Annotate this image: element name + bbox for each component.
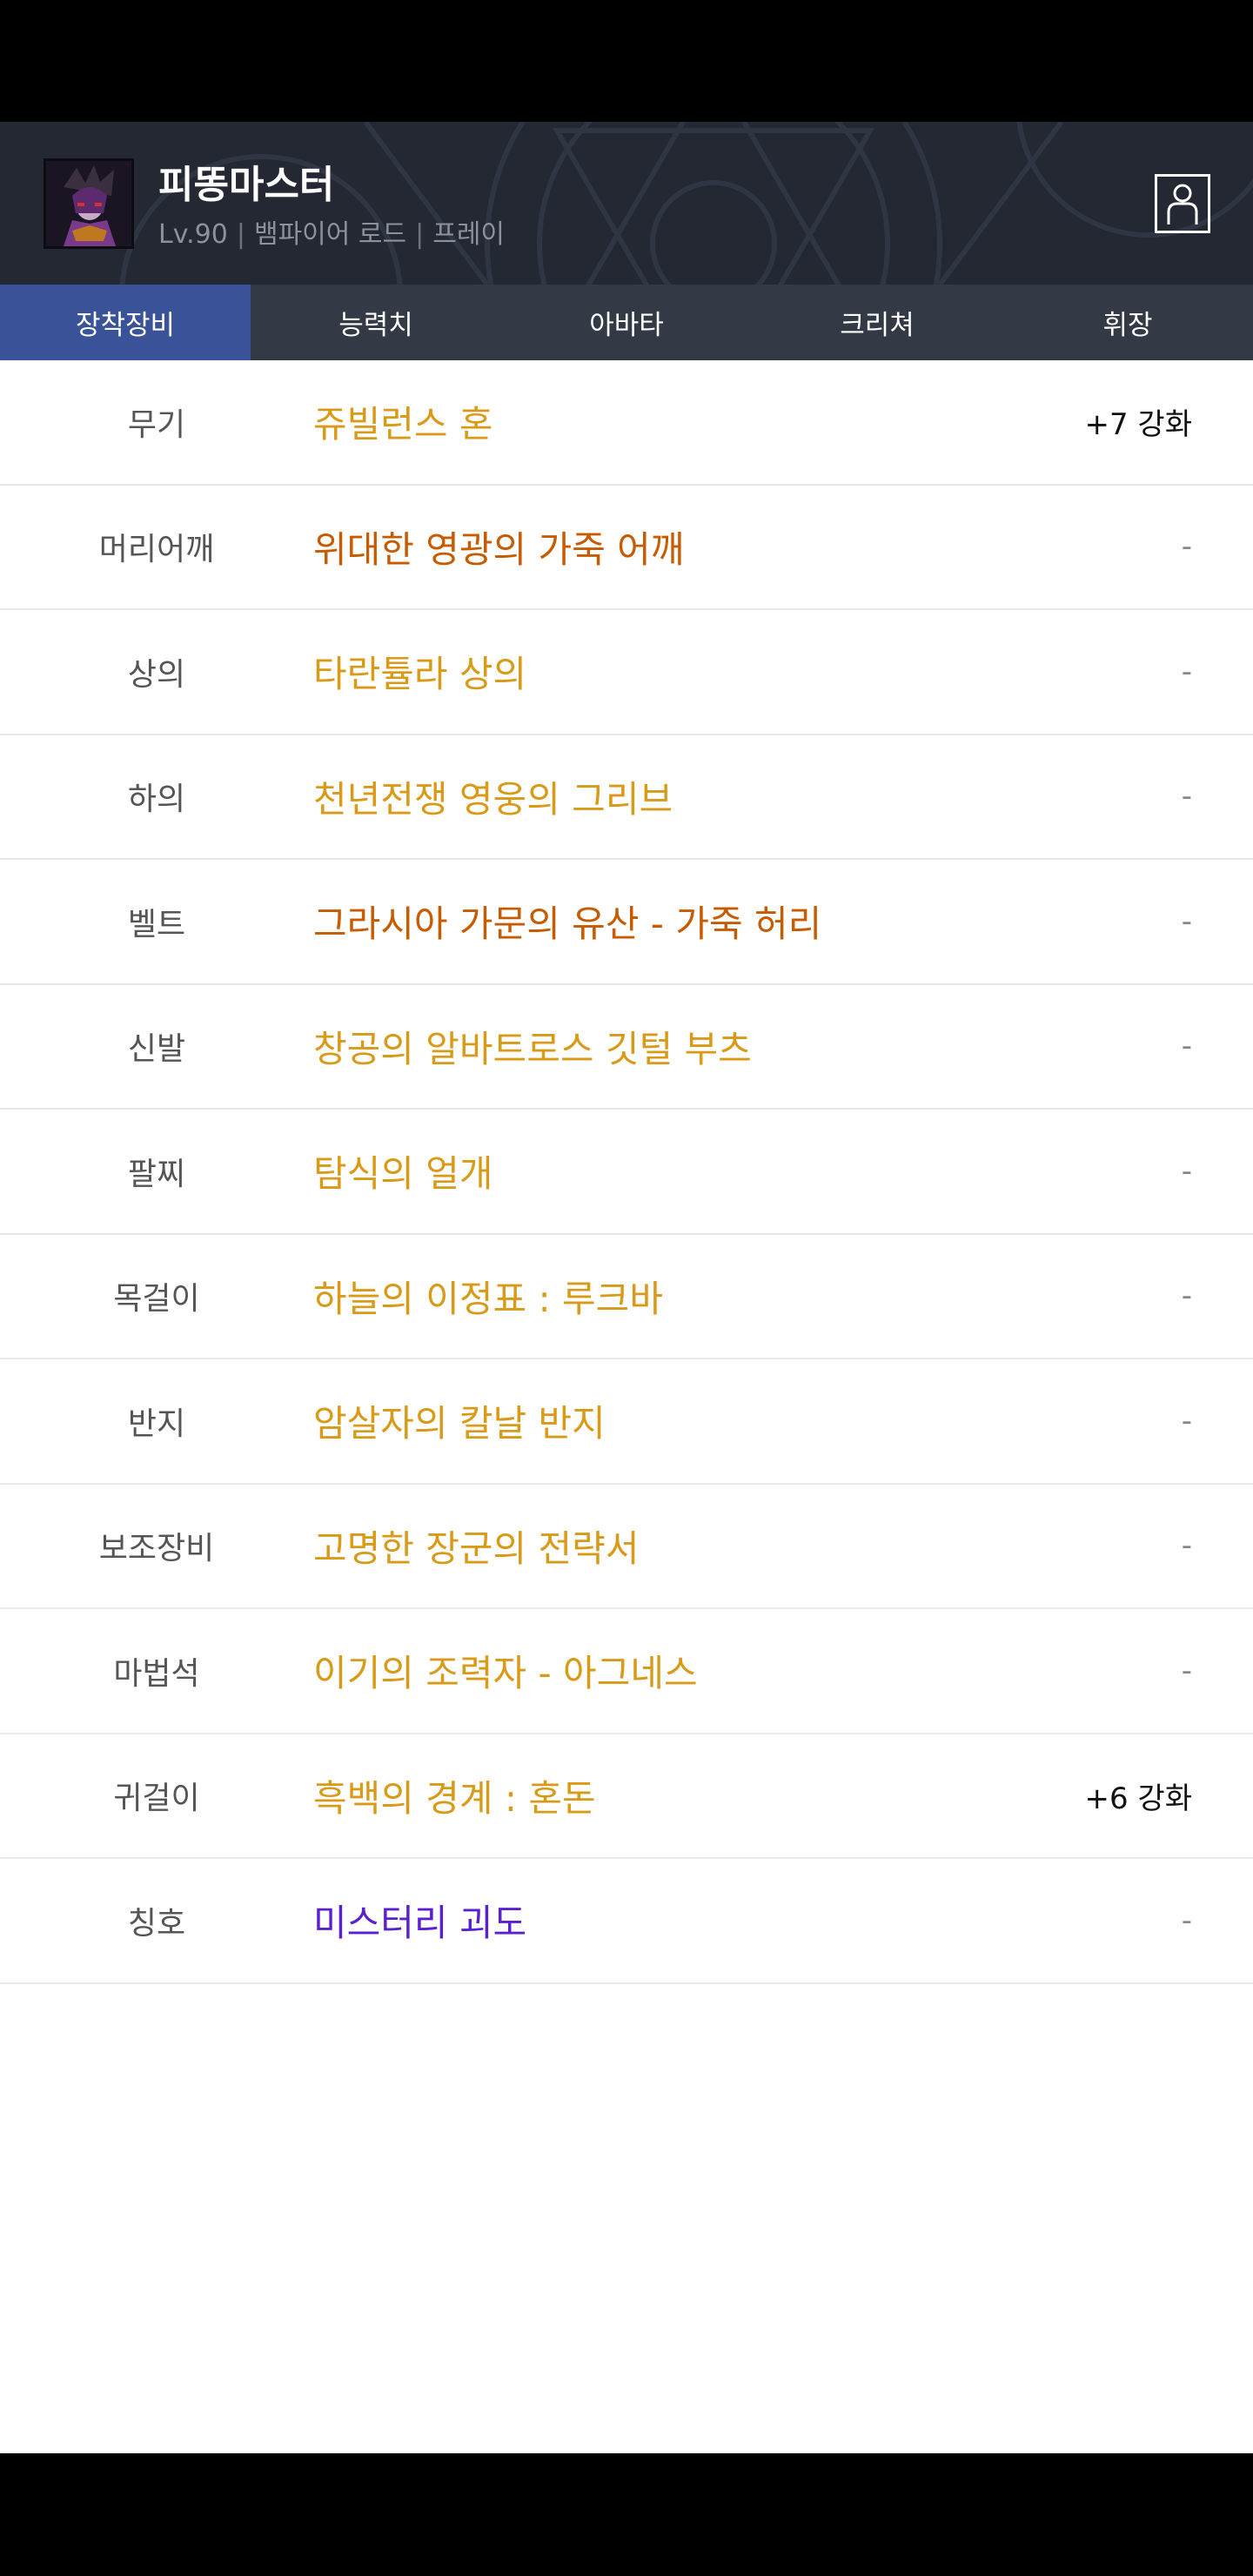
item-name: 탐식의 얼개: [313, 1152, 493, 1196]
enhance-level: -: [1181, 779, 1192, 815]
item-name: 고명한 장군의 전략서: [313, 1526, 640, 1570]
person-icon: [1167, 184, 1198, 225]
tab-bar: 장착장비 능력치 아바타 크리쳐 휘장: [0, 285, 1253, 360]
item-name: 미스터리 괴도: [313, 1902, 527, 1945]
slot-label: 상의: [127, 656, 186, 693]
info-divider: |: [236, 219, 245, 250]
equipment-row[interactable]: 팔찌 탐식의 얼개 -: [0, 1110, 1253, 1235]
slot-label: 하의: [127, 782, 186, 818]
slot-label: 반지: [127, 1405, 186, 1442]
equipment-row[interactable]: 머리어깨 위대한 영광의 가죽 어깨 -: [0, 486, 1253, 610]
enhance-level: -: [1181, 654, 1192, 689]
character-profile-header: 피똥마스터 Lv.90 | 뱀파이어 로드 | 프레이: [0, 122, 1253, 285]
navigation-bar: [0, 2453, 1253, 2576]
character-info: Lv.90 | 뱀파이어 로드 | 프레이: [158, 212, 505, 251]
item-name: 흑백의 경계 : 혼돈: [313, 1776, 596, 1820]
slot-label: 보조장비: [98, 1531, 215, 1567]
enhance-level: -: [1181, 1653, 1192, 1688]
enhance-level: -: [1181, 1029, 1192, 1064]
enhance-level: -: [1181, 1278, 1192, 1314]
item-name: 타란튤라 상의: [313, 653, 527, 696]
equipment-row[interactable]: 신발 창공의 알바트로스 깃털 부츠 -: [0, 985, 1253, 1110]
status-bar: [0, 0, 1253, 122]
enhance-level: -: [1181, 903, 1192, 939]
character-name: 피똥마스터: [158, 163, 335, 207]
slot-label: 팔찌: [127, 1156, 186, 1192]
character-job: 뱀파이어 로드: [253, 219, 407, 250]
equipment-row[interactable]: 상의 타란튤라 상의 -: [0, 610, 1253, 735]
enhance-level: -: [1181, 529, 1192, 565]
character-level: Lv.90: [158, 219, 228, 250]
character-avatar: [44, 158, 134, 249]
equipment-row[interactable]: 하의 천년전쟁 영웅의 그리브 -: [0, 735, 1253, 860]
equipment-row[interactable]: 목걸이 하늘의 이정표 : 루크바 -: [0, 1235, 1253, 1359]
info-divider: |: [415, 219, 425, 250]
equipment-row[interactable]: 마법석 이기의 조력자 - 아그네스 -: [0, 1609, 1253, 1734]
enhance-level: -: [1181, 1528, 1192, 1564]
tab-stats[interactable]: 능력치: [251, 285, 501, 360]
equipment-row[interactable]: 벨트 그라시아 가문의 유산 - 가죽 허리 -: [0, 860, 1253, 985]
tab-flag[interactable]: 휘장: [1002, 285, 1253, 360]
tab-creature[interactable]: 크리쳐: [752, 285, 1002, 360]
equipment-row[interactable]: 반지 암살자의 칼날 반지 -: [0, 1359, 1253, 1485]
equipment-row[interactable]: 칭호 미스터리 괴도 -: [0, 1859, 1253, 1984]
item-name: 위대한 영광의 가죽 어깨: [313, 527, 685, 571]
equipment-row[interactable]: 귀걸이 흑백의 경계 : 혼돈 +6 강화: [0, 1734, 1253, 1859]
slot-label: 머리어깨: [98, 532, 215, 568]
item-name: 하늘의 이정표 : 루크바: [313, 1277, 663, 1320]
slot-label: 목걸이: [113, 1281, 200, 1318]
equipment-row[interactable]: 보조장비 고명한 장군의 전략서 -: [0, 1485, 1253, 1609]
tab-equipment[interactable]: 장착장비: [0, 285, 251, 360]
slot-label: 무기: [127, 406, 186, 443]
item-name: 그라시아 가문의 유산 - 가죽 허리: [313, 902, 822, 946]
enhance-level: -: [1181, 1153, 1192, 1189]
enhance-level: +7 강화: [1084, 407, 1193, 443]
enhance-level: +6 강화: [1084, 1781, 1193, 1816]
item-name: 천년전쟁 영웅의 그리브: [313, 777, 673, 821]
enhance-level: -: [1181, 1403, 1192, 1439]
slot-label: 귀걸이: [113, 1781, 200, 1817]
profile-button[interactable]: [1155, 174, 1210, 233]
enhance-level: -: [1181, 1902, 1192, 1938]
item-name: 암살자의 칼날 반지: [313, 1402, 606, 1446]
character-server: 프레이: [432, 219, 506, 250]
item-name: 쥬빌런스 혼: [313, 403, 493, 446]
slot-label: 벨트: [127, 906, 186, 943]
equipment-row[interactable]: 무기 쥬빌런스 혼 +7 강화: [0, 360, 1253, 486]
tab-avatar[interactable]: 아바타: [501, 285, 752, 360]
slot-label: 신발: [127, 1031, 186, 1068]
item-name: 이기의 조력자 - 아그네스: [313, 1652, 698, 1695]
equipment-list: 무기 쥬빌런스 혼 +7 강화 머리어깨 위대한 영광의 가죽 어깨 - 상의 타란튤라 …: [0, 360, 1253, 2453]
slot-label: 마법석: [113, 1655, 200, 1692]
slot-label: 칭호: [127, 1905, 186, 1942]
item-name: 창공의 알바트로스 깃털 부츠: [313, 1027, 752, 1070]
